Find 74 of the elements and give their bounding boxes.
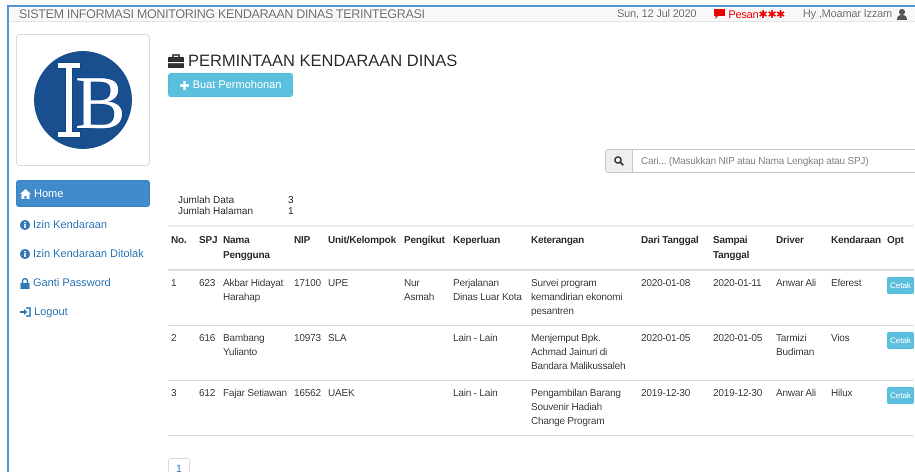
bank-logo: B: [34, 51, 132, 149]
table-cell: 616: [199, 333, 216, 344]
messages-link[interactable]: Pesan✱✱✱: [714, 8, 785, 20]
search-icon: [614, 156, 624, 166]
table-cell: 2: [171, 333, 176, 344]
table-cell: Anwar Ali: [776, 388, 816, 399]
table-cell: Lain - Lain: [453, 388, 498, 399]
page-title: PERMINTAAN KENDARAAN DINAS: [188, 52, 458, 70]
info-icon: [20, 220, 30, 230]
table-cell: Vios: [831, 333, 850, 344]
plus-icon: [180, 80, 189, 90]
table-cell: UPE: [328, 278, 348, 289]
table-cell: SLA: [328, 333, 346, 344]
column-header: No.: [168, 226, 196, 270]
table-cell: 612: [199, 388, 216, 399]
summary-value: 3: [288, 195, 295, 206]
column-header: NIP: [291, 226, 325, 270]
table-cell: 3: [171, 388, 176, 399]
chat-icon: [714, 9, 726, 19]
summary-label: Jumlah Data: [178, 195, 236, 206]
table-cell: Anwar Ali: [776, 278, 816, 289]
table-cell: 2020-01-05: [641, 333, 690, 344]
home-icon: [20, 188, 31, 198]
column-header: Pengikut: [401, 226, 450, 270]
column-header: Driver: [773, 226, 828, 270]
info-icon: [20, 249, 30, 259]
search-field[interactable]: Cari... (Masukkan NIP atau Nama Lengkap atau SPJ): [633, 149, 915, 173]
column-header: Opt: [884, 226, 914, 270]
table-cell: 2019-12-30: [641, 388, 690, 399]
column-header: Unit/Kelompok: [325, 226, 401, 270]
table-cell: UAEK: [328, 388, 354, 399]
column-header: Kendaraan: [828, 226, 884, 270]
column-header: Keperluan: [450, 226, 528, 270]
table-cell: 623: [199, 278, 216, 289]
sidebar-item[interactable]: Izin Kendaraan: [16, 211, 150, 239]
table-cell: 2020-01-05: [713, 333, 762, 344]
table-cell: 10973: [294, 333, 321, 344]
table-cell: 1: [171, 278, 176, 289]
login-icon: [20, 307, 31, 317]
summary-label: Jumlah Halaman: [178, 206, 254, 217]
summary-value: 1: [288, 206, 295, 217]
table-cell: Tarmizi Budiman: [776, 333, 814, 358]
table-cell: Survei program kemandirian ekonomi pesantren: [531, 278, 622, 317]
column-header: Keterangan: [528, 226, 638, 270]
user-link[interactable]: Hy ,Moamar Izzam: [802, 8, 907, 20]
app-title: SISTEM INFORMASI MONITORING KENDARAAN DINAS TERINTEGRASI: [19, 7, 426, 21]
table-cell: Menjemput Bpk. Achmad Jainuri di Bandara Malikussaleh: [531, 333, 626, 372]
column-header: SPJ: [196, 226, 220, 270]
table-cell: 2019-12-30: [713, 388, 762, 399]
table-cell: Pengambilan Barang Souvenir Hadiah Change Program: [531, 388, 621, 427]
table-cell: 2020-01-11: [713, 278, 762, 289]
table-cell: 2020-01-08: [641, 278, 690, 289]
table-cell: Perjalanan Dinas Luar Kota: [453, 278, 522, 303]
table-cell: 17100: [294, 278, 321, 289]
table-cell: 16562: [294, 388, 321, 399]
lock-icon: [20, 278, 30, 288]
table-cell: Akbar Hidayat Harahap: [223, 278, 284, 303]
page-link[interactable]: 1: [168, 458, 190, 472]
table-cell: Fajar Setiawan: [223, 388, 287, 399]
sidebar-item[interactable]: Home: [16, 180, 150, 207]
table-cell: Lain - Lain: [453, 333, 498, 344]
table-cell: Hilux: [831, 388, 852, 399]
table-cell: Eferest: [831, 278, 862, 289]
table-cell: Nur Asmah: [404, 278, 434, 303]
column-header: Sampai Tanggal: [710, 226, 773, 270]
sidebar-item[interactable]: Logout: [16, 298, 150, 326]
table-cell: Bambang Yulianto: [223, 333, 264, 358]
date-text: Sun, 12 Jul 2020: [616, 8, 696, 20]
column-header: Nama Pengguna: [220, 226, 291, 270]
sidebar-item[interactable]: Ganti Password: [16, 269, 150, 297]
column-header: Dari Tanggal: [638, 226, 710, 270]
user-icon: [897, 8, 907, 20]
sidebar-item[interactable]: Izin Kendaraan Ditolak: [16, 240, 150, 268]
briefcase-icon: [168, 54, 184, 68]
